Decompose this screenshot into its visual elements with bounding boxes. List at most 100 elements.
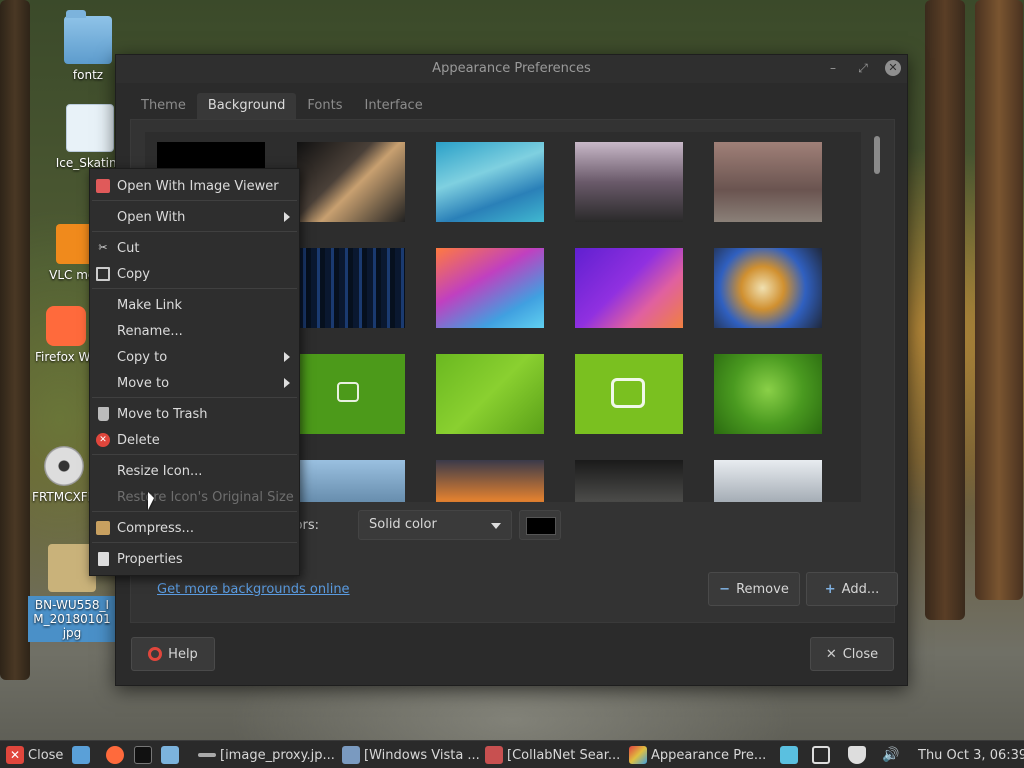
window-close-button[interactable]: ✕ [885, 60, 901, 76]
wallpaper-thumbnail[interactable] [297, 354, 405, 434]
menu-item-move-to[interactable]: Move to [90, 371, 299, 395]
taskbar-clock[interactable]: Thu Oct 3, 06:39 [918, 745, 1024, 765]
wallpaper-thumbnail[interactable] [436, 248, 544, 328]
wallpaper-thumbnail[interactable] [714, 142, 822, 222]
taskbar-task-image-proxy[interactable]: [image_proxy.jp... [198, 745, 335, 765]
taskbar-task-collabnet[interactable]: [CollabNet Sear... [485, 745, 620, 765]
scissors-icon: ✂ [98, 241, 108, 254]
wallpaper-thumbnail[interactable] [714, 460, 822, 502]
menu-item-move-to-trash[interactable]: Move to Trash [90, 402, 299, 426]
volume-icon: 🔊 [882, 747, 900, 763]
menu-item-label: Cut [117, 240, 140, 256]
appearance-icon [629, 746, 647, 764]
menu-separator [92, 454, 297, 455]
tray-volume[interactable]: 🔊 [882, 745, 899, 765]
minimize-button[interactable]: – [825, 60, 841, 76]
window-titlebar[interactable]: Appearance Preferences – ⤢ ✕ [116, 55, 907, 83]
wallpaper-thumbnail[interactable] [575, 248, 683, 328]
wallpaper-thumbnail[interactable] [575, 142, 683, 222]
menu-item-make-link[interactable]: Make Link [90, 293, 299, 317]
menu-item-label: Move to [117, 375, 170, 391]
tab-bar: Theme Background Fonts Interface [130, 93, 434, 120]
wallpaper-thumbnail[interactable] [436, 142, 544, 222]
menu-item-label: Rename... [117, 323, 183, 339]
tab-theme[interactable]: Theme [130, 93, 197, 120]
wallpaper-thumbnail[interactable] [297, 142, 405, 222]
menu-item-properties[interactable]: Properties [90, 547, 299, 571]
close-icon: ✕ [6, 746, 24, 764]
menu-item-cut[interactable]: ✂ Cut [90, 236, 299, 260]
wallpaper-thumbnail[interactable] [297, 460, 405, 502]
taskbar-task-appearance[interactable]: Appearance Pre... [629, 745, 766, 765]
minus-icon: − [719, 581, 731, 597]
app-icon [485, 746, 503, 764]
image-viewer-icon [96, 179, 110, 193]
menu-item-delete[interactable]: ✕ Delete [90, 428, 299, 452]
taskbar-launcher-terminal[interactable] [134, 745, 152, 765]
menu-item-copy-to[interactable]: Copy to [90, 345, 299, 369]
wallpaper-thumbnail[interactable] [575, 460, 683, 502]
tray-window[interactable] [812, 745, 830, 765]
taskbar-close-label: Close [28, 747, 64, 763]
menu-item-rename[interactable]: Rename... [90, 319, 299, 343]
menu-item-copy[interactable]: Copy [90, 262, 299, 286]
wallpaper-thumbnail[interactable] [714, 248, 822, 328]
menu-item-label: Compress... [117, 520, 194, 536]
properties-icon [98, 552, 109, 566]
menu-item-label: Restore Icon's Original Size [117, 489, 294, 505]
wallpaper-thumbnail[interactable] [436, 460, 544, 502]
workspace-icon [812, 746, 830, 764]
color-swatch [526, 517, 556, 535]
menu-item-label: Copy to [117, 349, 168, 365]
wallpaper-thumbnail[interactable] [575, 354, 683, 434]
menu-item-open-with-image-viewer[interactable]: Open With Image Viewer [90, 174, 299, 198]
wallpaper-thumbnail[interactable] [436, 354, 544, 434]
mint-logo-icon [337, 382, 359, 402]
tray-clipboard[interactable] [780, 745, 798, 765]
tray-shield[interactable] [848, 745, 866, 765]
taskbar-launcher-files[interactable] [161, 745, 179, 765]
clipboard-icon [780, 746, 798, 764]
menu-item-resize-icon[interactable]: Resize Icon... [90, 459, 299, 483]
taskbar-launcher-desktop[interactable] [72, 745, 90, 765]
tree-trunk [925, 0, 965, 620]
tab-interface[interactable]: Interface [353, 93, 433, 120]
archive-icon [96, 521, 110, 535]
task-label: [CollabNet Sear... [507, 747, 621, 763]
firefox-icon [106, 746, 124, 764]
menu-item-label: Properties [117, 551, 183, 567]
add-button[interactable]: + Add... [806, 572, 898, 606]
remove-button[interactable]: − Remove [708, 572, 800, 606]
menu-item-label: Make Link [117, 297, 182, 313]
task-label: [image_proxy.jp... [220, 747, 335, 763]
delete-icon: ✕ [96, 433, 110, 447]
color-mode-select[interactable]: Solid color [358, 510, 512, 540]
get-more-backgrounds-link[interactable]: Get more backgrounds online [157, 582, 350, 597]
menu-separator [92, 288, 297, 289]
context-menu: Open With Image Viewer Open With ✂ Cut C… [89, 168, 300, 576]
taskbar-task-windows-vista[interactable]: [Windows Vista ... [342, 745, 480, 765]
help-button[interactable]: Help [131, 637, 215, 671]
menu-item-compress[interactable]: Compress... [90, 516, 299, 540]
taskbar-close-button[interactable]: ✕ Close [6, 745, 63, 765]
scrollbar-thumb[interactable] [874, 136, 880, 174]
menu-item-open-with[interactable]: Open With [90, 205, 299, 229]
gallery-scrollbar[interactable] [873, 132, 881, 502]
chevron-down-icon [491, 523, 501, 529]
tree-trunk [975, 0, 1023, 600]
tab-background[interactable]: Background [196, 93, 297, 120]
close-button[interactable]: ✕ Close [810, 637, 894, 671]
desktop-icon-label: BN-WU558_I M_20180101 jpg [28, 596, 116, 642]
plus-icon: + [824, 581, 836, 597]
color-picker-button[interactable] [519, 510, 561, 540]
firefox-icon [46, 306, 86, 346]
folder-icon [161, 746, 179, 764]
menu-item-label: Resize Icon... [117, 463, 203, 479]
mouse-pointer-icon [148, 492, 154, 510]
wallpaper-thumbnail[interactable] [297, 248, 405, 328]
taskbar-launcher-firefox[interactable] [106, 745, 124, 765]
tab-fonts[interactable]: Fonts [296, 93, 353, 120]
menu-item-label: Open With Image Viewer [117, 178, 279, 194]
maximize-button[interactable]: ⤢ [855, 60, 871, 76]
wallpaper-thumbnail[interactable] [714, 354, 822, 434]
